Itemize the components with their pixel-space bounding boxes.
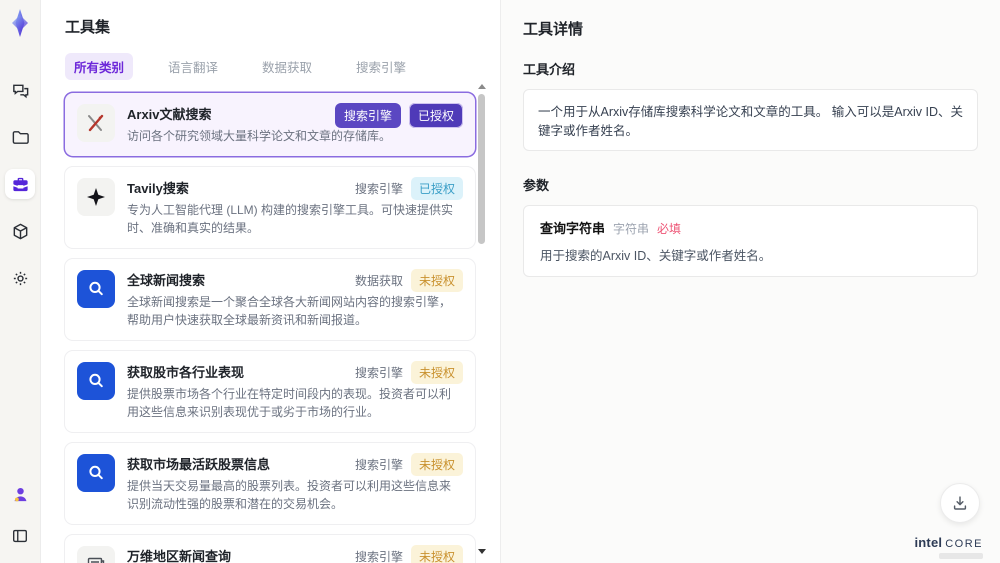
download-icon: [953, 496, 967, 510]
arxiv-logo-icon: [77, 104, 115, 142]
category-badge[interactable]: 搜索引擎: [334, 103, 401, 128]
app-window: 工具集 所有类别 语言翻译 数据获取 搜索引擎 Arxiv文献搜索 访问各个研究…: [0, 0, 1000, 563]
tab-all-categories[interactable]: 所有类别: [65, 53, 134, 80]
param-desc: 用于搜索的Arxiv ID、关键字或作者姓名。: [540, 249, 772, 263]
tool-desc: 访问各个研究领域大量科学论文和文章的存储库。: [127, 129, 392, 143]
category-label: 搜索引擎: [354, 366, 403, 380]
cube-icon: [13, 223, 27, 239]
download-button[interactable]: [940, 483, 980, 523]
category-label: 搜索引擎: [354, 182, 403, 196]
scrollbar-thumb[interactable]: [478, 94, 485, 244]
sidebar-item-tools[interactable]: [5, 169, 35, 199]
list-scrollbar[interactable]: [477, 84, 487, 554]
app-logo-icon: [12, 9, 28, 37]
brand-sub-mark: [939, 553, 983, 559]
collapse-panel-button[interactable]: [5, 521, 35, 551]
news-search-icon: [77, 270, 115, 308]
panel-toggle-icon: [13, 529, 27, 543]
intel-core-logo: intel CORE: [914, 535, 983, 550]
tool-desc: 专为人工智能代理 (LLM) 构建的搜索引擎工具。可快速提供实时、准确和真实的结…: [127, 203, 454, 235]
category-label: 搜索引擎: [354, 458, 403, 472]
scroll-down-arrow[interactable]: [478, 549, 486, 554]
tool-card-global-news[interactable]: 全球新闻搜索 全球新闻搜索是一个聚合全球各大新闻网站内容的搜索引擎，帮助用户快速…: [65, 259, 475, 340]
user-avatar[interactable]: [5, 479, 35, 509]
tool-desc: 提供股票市场各个行业在特定时间段内的表现。投资者可以利用这些信息来识别表现优于或…: [127, 387, 452, 419]
sidebar-item-plugins[interactable]: [5, 216, 35, 246]
params-heading: 参数: [523, 178, 550, 193]
intro-box: 一个用于从Arxiv存储库搜索科学论文和文章的工具。 输入可以是Arxiv ID…: [523, 89, 978, 151]
tool-list-panel: 工具集 所有类别 语言翻译 数据获取 搜索引擎 Arxiv文献搜索 访问各个研究…: [41, 0, 500, 563]
sidebar-item-settings[interactable]: [5, 263, 35, 293]
tab-search-engine[interactable]: 搜索引擎: [347, 53, 415, 80]
toolbox-icon: [12, 177, 28, 191]
auth-status-badge[interactable]: 已授权: [408, 103, 463, 128]
tavily-logo-icon: [77, 178, 115, 216]
sidebar-item-files[interactable]: [5, 122, 35, 152]
auth-status-badge: 已授权: [410, 177, 463, 200]
gear-icon: [13, 271, 27, 285]
user-icon: [14, 487, 26, 501]
tool-card-tavily[interactable]: Tavily搜索 专为人工智能代理 (LLM) 构建的搜索引擎工具。可快速提供实…: [65, 167, 475, 248]
rail-nav: [5, 75, 35, 293]
brand-core-text: CORE: [945, 538, 983, 550]
sidebar-item-chat[interactable]: [5, 75, 35, 105]
tool-desc: 提供当天交易量最高的股票列表。投资者可以利用这些信息来识别流动性强的股票和潜在的…: [127, 479, 452, 511]
auth-status-badge: 未授权: [410, 453, 463, 476]
details-title: 工具详情: [523, 21, 584, 38]
chat-icon: [12, 84, 28, 98]
stock-search-icon: [77, 362, 115, 400]
tool-details-panel: 工具详情 工具介绍 一个用于从Arxiv存储库搜索科学论文和文章的工具。 输入可…: [500, 0, 1000, 563]
tool-card-sector-performance[interactable]: 获取股市各行业表现 提供股票市场各个行业在特定时间段内的表现。投资者可以利用这些…: [65, 351, 475, 432]
scroll-up-arrow[interactable]: [478, 84, 486, 89]
tab-data-fetching[interactable]: 数据获取: [253, 53, 321, 80]
page-title: 工具集: [65, 19, 111, 36]
intro-heading: 工具介绍: [523, 62, 576, 77]
category-label: 搜索引擎: [354, 550, 403, 563]
param-card: 查询字符串 字符串 必填 用于搜索的Arxiv ID、关键字或作者姓名。: [523, 205, 978, 277]
param-type: 字符串: [613, 222, 650, 236]
brand-intel-text: intel: [914, 535, 943, 550]
category-label: 数据获取: [354, 274, 403, 288]
tool-card-regional-news[interactable]: 万维地区新闻查询 查询具体行政区划内的新闻，快速了解各地新闻动 搜索引擎 未授权: [65, 535, 475, 563]
auth-status-badge: 未授权: [410, 269, 463, 292]
rail-bottom: [5, 479, 35, 551]
tool-desc: 全球新闻搜索是一个聚合全球各大新闻网站内容的搜索引擎，帮助用户快速获取全球最新资…: [127, 295, 452, 327]
param-required-flag: 必填: [657, 222, 682, 236]
tool-card-arxiv[interactable]: Arxiv文献搜索 访问各个研究领域大量科学论文和文章的存储库。 搜索引擎 已授…: [65, 93, 475, 156]
auth-status-badge: 未授权: [410, 361, 463, 384]
tool-card-active-stocks[interactable]: 获取市场最活跃股票信息 提供当天交易量最高的股票列表。投资者可以利用这些信息来识…: [65, 443, 475, 524]
stock-search-icon: [77, 454, 115, 492]
newspaper-icon: [77, 546, 115, 563]
left-rail: [0, 0, 41, 563]
tab-language-translation[interactable]: 语言翻译: [159, 53, 227, 80]
param-name: 查询字符串: [540, 221, 606, 236]
category-tabs: 所有类别 语言翻译 数据获取 搜索引擎: [65, 53, 476, 80]
auth-status-badge: 未授权: [410, 545, 463, 563]
folder-icon: [12, 130, 29, 144]
tool-list: Arxiv文献搜索 访问各个研究领域大量科学论文和文章的存储库。 搜索引擎 已授…: [65, 93, 475, 563]
